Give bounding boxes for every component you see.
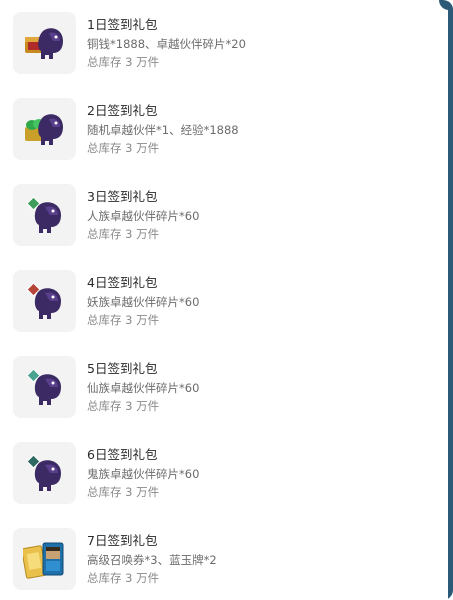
gift-title: 7日签到礼包 — [87, 533, 158, 548]
gift-list-panel: 1日签到礼包 铜钱*1888、卓越伙伴碎片*20 总库存 3 万件 2日签到礼包… — [0, 0, 453, 600]
gift-stock: 总库存 3 万件 — [87, 399, 160, 413]
gift-stock: 总库存 3 万件 — [87, 55, 160, 69]
gift-thumbnail — [13, 270, 76, 332]
gift-thumbnail — [13, 356, 76, 418]
gift-item-day-2[interactable]: 2日签到礼包 随机卓越伙伴*1、经验*1888 总库存 3 万件 — [0, 96, 448, 166]
gift-stock: 总库存 3 万件 — [87, 571, 160, 585]
pet-shard-red-icon — [26, 282, 61, 319]
gift-title: 1日签到礼包 — [87, 17, 158, 32]
gift-title: 5日签到礼包 — [87, 361, 158, 376]
gift-thumbnail — [13, 442, 76, 504]
gift-item-day-7[interactable]: 7日签到礼包 高级召唤券*3、蓝玉牌*2 总库存 3 万件 — [0, 526, 448, 596]
gift-title: 3日签到礼包 — [87, 189, 158, 204]
gift-thumbnail — [13, 184, 76, 246]
gift-contents: 随机卓越伙伴*1、经验*1888 — [87, 123, 239, 137]
gift-thumbnail — [13, 12, 76, 74]
pet-shard-dark-icon — [26, 454, 61, 491]
gift-stock: 总库存 3 万件 — [87, 485, 160, 499]
gift-contents: 仙族卓越伙伴碎片*60 — [87, 381, 200, 395]
gift-title: 4日签到礼包 — [87, 275, 158, 290]
gift-stock: 总库存 3 万件 — [87, 227, 160, 241]
gift-contents: 人族卓越伙伴碎片*60 — [87, 209, 200, 223]
gift-stock: 总库存 3 万件 — [87, 313, 160, 327]
pet-with-jade-chest-icon — [25, 114, 63, 145]
summon-ticket-and-jade-card-icon — [23, 542, 64, 579]
gift-title: 2日签到礼包 — [87, 103, 158, 118]
gift-contents: 鬼族卓越伙伴碎片*60 — [87, 467, 200, 481]
gift-item-day-6[interactable]: 6日签到礼包 鬼族卓越伙伴碎片*60 总库存 3 万件 — [0, 440, 448, 510]
gift-contents: 高级召唤券*3、蓝玉牌*2 — [87, 553, 217, 567]
gift-item-day-4[interactable]: 4日签到礼包 妖族卓越伙伴碎片*60 总库存 3 万件 — [0, 268, 448, 338]
window-edge — [448, 0, 453, 600]
gift-contents: 妖族卓越伙伴碎片*60 — [87, 295, 200, 309]
gift-item-day-5[interactable]: 5日签到礼包 仙族卓越伙伴碎片*60 总库存 3 万件 — [0, 354, 448, 424]
gift-contents: 铜钱*1888、卓越伙伴碎片*20 — [87, 37, 246, 51]
gift-thumbnail — [13, 528, 76, 590]
pet-shard-teal-icon — [26, 368, 61, 405]
gift-title: 6日签到礼包 — [87, 447, 158, 462]
pet-shard-green-icon — [26, 196, 61, 233]
gift-item-day-1[interactable]: 1日签到礼包 铜钱*1888、卓越伙伴碎片*20 总库存 3 万件 — [0, 10, 448, 80]
gift-stock: 总库存 3 万件 — [87, 141, 160, 155]
window-edge-corner — [439, 0, 453, 10]
gift-thumbnail — [13, 98, 76, 160]
gift-item-day-3[interactable]: 3日签到礼包 人族卓越伙伴碎片*60 总库存 3 万件 — [0, 182, 448, 252]
pet-with-gold-chest-icon — [25, 28, 63, 59]
